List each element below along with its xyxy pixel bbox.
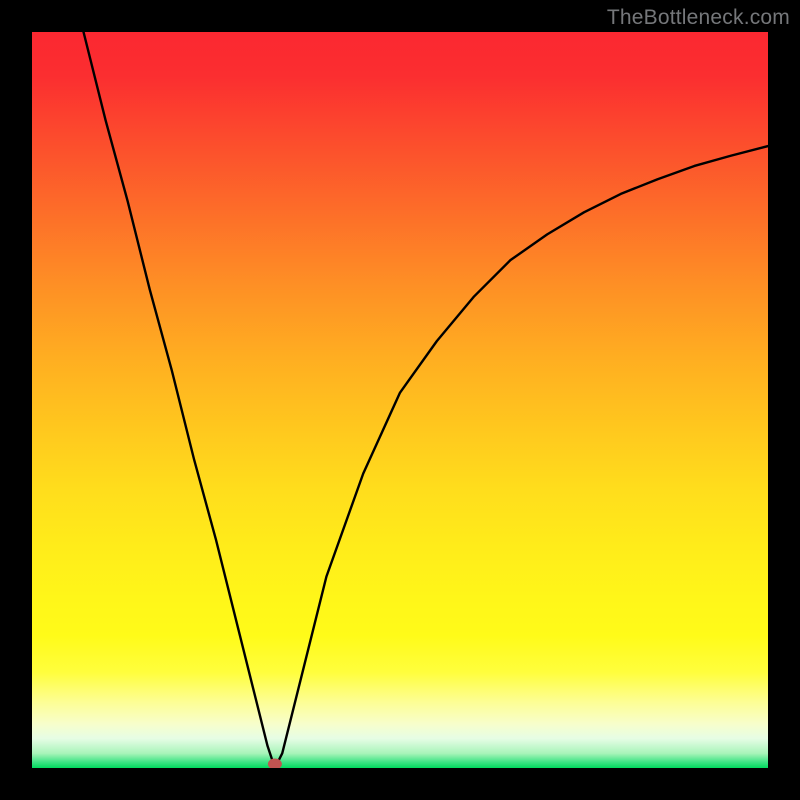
watermark-label: TheBottleneck.com bbox=[607, 6, 790, 30]
plot-area bbox=[32, 32, 768, 768]
chart-canvas: TheBottleneck.com bbox=[0, 0, 800, 800]
bottleneck-curve bbox=[84, 32, 768, 768]
curve-layer bbox=[32, 32, 768, 768]
